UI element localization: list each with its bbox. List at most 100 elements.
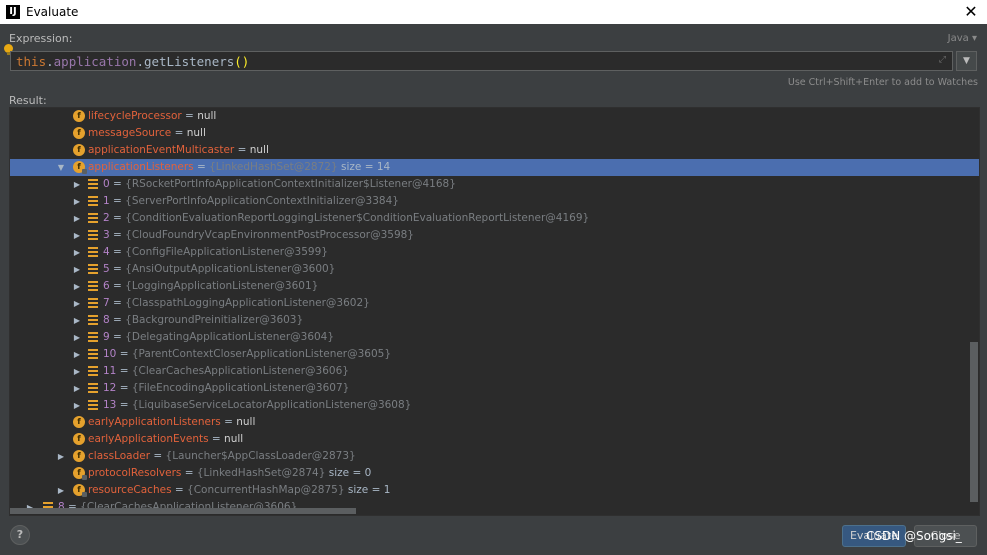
code-field: application [53, 54, 137, 69]
result-tree[interactable]: f lifecycleProcessor = null f messageSou… [9, 107, 980, 516]
expand-arrow-icon[interactable]: ▶ [56, 448, 66, 465]
expand-arrow-icon[interactable]: ▶ [72, 176, 82, 193]
element-index: 0 [103, 178, 110, 190]
equals-sign: = [109, 280, 126, 292]
tree-row[interactable]: ▶ 2 = {ConditionEvaluationReportLoggingL… [10, 210, 979, 227]
element-value: {DelegatingApplicationListener@3604} [125, 331, 335, 343]
field-name: earlyApplicationListeners [88, 416, 221, 428]
equals-sign: = [193, 161, 210, 173]
expand-editor-icon[interactable]: ⤢ [939, 55, 946, 65]
expression-code[interactable]: this.application.getListeners() [16, 54, 249, 69]
tree-row[interactable]: ▶ 5 = {AnsiOutputApplicationListener@360… [10, 261, 979, 278]
expand-arrow-icon[interactable]: ▶ [72, 312, 82, 329]
tree-row-selected[interactable]: ▼ f applicationListeners = {LinkedHashSe… [10, 159, 979, 176]
element-index: 11 [103, 365, 117, 377]
tree-row[interactable]: ▶ 3 = {CloudFoundryVcapEnvironmentPostPr… [10, 227, 979, 244]
field-icon: f [73, 161, 87, 174]
array-element-icon [88, 213, 98, 224]
tree-row[interactable]: ▶ f classLoader = {Launcher$AppClassLoad… [10, 448, 979, 465]
expand-arrow-icon[interactable]: ▶ [72, 363, 82, 380]
tree-row[interactable]: f earlyApplicationListeners = null [10, 414, 979, 431]
element-value: {LoggingApplicationListener@3601} [125, 280, 319, 292]
tree-row[interactable]: ▶ 8 = {BackgroundPreinitializer@3603} [10, 312, 979, 329]
equals-sign: = [116, 365, 132, 377]
element-index: 12 [103, 382, 117, 394]
expand-arrow-icon[interactable]: ▶ [72, 261, 82, 278]
expand-arrow-icon[interactable]: ▶ [72, 397, 82, 414]
size-label: size = 0 [328, 467, 372, 479]
equals-sign: = [208, 433, 225, 445]
dropdown-arrow-icon: ▼ [963, 56, 970, 66]
field-value: {ConcurrentHashMap@2875} [187, 484, 345, 496]
field-name: resourceCaches [88, 484, 172, 496]
expression-input[interactable]: this.application.getListeners() ⤢ [10, 51, 953, 71]
element-index: 4 [103, 246, 110, 258]
expand-arrow-icon[interactable]: ▶ [72, 346, 82, 363]
tree-row[interactable]: ▶ 11 = {ClearCachesApplicationListener@3… [10, 363, 979, 380]
field-value: null [249, 144, 269, 156]
equals-sign: = [116, 382, 132, 394]
field-icon: f [73, 110, 85, 122]
array-element-icon [88, 332, 98, 343]
array-element-icon [88, 383, 98, 394]
horizontal-scrollbar[interactable] [10, 508, 356, 514]
element-value: {BackgroundPreinitializer@3603} [125, 314, 304, 326]
field-icon: f [73, 127, 85, 139]
equals-sign: = [171, 484, 188, 496]
code-dot: . [46, 54, 54, 69]
element-value: {RSocketPortInfoApplicationContextInitia… [125, 178, 456, 190]
equals-sign: = [116, 399, 132, 411]
expand-arrow-icon[interactable]: ▶ [72, 278, 82, 295]
element-value: {FileEncodingApplicationListener@3607} [131, 382, 350, 394]
collapse-arrow-icon[interactable]: ▼ [56, 159, 66, 176]
field-value: {LinkedHashSet@2872} [209, 161, 338, 173]
watches-hint: Use Ctrl+Shift+Enter to add to Watches [787, 77, 978, 88]
history-dropdown-button[interactable]: ▼ [956, 51, 977, 71]
expression-label: Expression: [9, 32, 73, 45]
help-button[interactable]: ? [10, 525, 30, 545]
element-value: {ParentContextCloserApplicationListener@… [131, 348, 392, 360]
field-name: applicationEventMulticaster [88, 144, 235, 156]
array-element-icon [88, 281, 98, 292]
tree-row[interactable]: ▶ 9 = {DelegatingApplicationListener@360… [10, 329, 979, 346]
tree-row[interactable]: ▶ 7 = {ClasspathLoggingApplicationListen… [10, 295, 979, 312]
evaluate-dialog: IJ Evaluate ✕ Expression: Java ▾ this.ap… [0, 0, 987, 555]
field-name: messageSource [88, 127, 172, 139]
array-element-icon [88, 179, 98, 190]
equals-sign: = [109, 331, 126, 343]
tree-row[interactable]: f protocolResolvers = {LinkedHashSet@287… [10, 465, 979, 482]
tree-row[interactable]: ▶ 4 = {ConfigFileApplicationListener@359… [10, 244, 979, 261]
tree-row[interactable]: f lifecycleProcessor = null [10, 108, 979, 125]
close-icon[interactable]: ✕ [961, 2, 981, 22]
tree-row[interactable]: ▶ f resourceCaches = {ConcurrentHashMap@… [10, 482, 979, 499]
expand-arrow-icon[interactable]: ▶ [72, 193, 82, 210]
tree-row[interactable]: ▶ 0 = {RSocketPortInfoApplicationContext… [10, 176, 979, 193]
tree-row[interactable]: ▶ 13 = {LiquibaseServiceLocatorApplicati… [10, 397, 979, 414]
expand-arrow-icon[interactable]: ▶ [72, 295, 82, 312]
tree-row[interactable]: ▶ 6 = {LoggingApplicationListener@3601} [10, 278, 979, 295]
code-dot: . [136, 54, 144, 69]
array-element-icon [88, 196, 98, 207]
tree-row[interactable]: f messageSource = null [10, 125, 979, 142]
array-element-icon [88, 366, 98, 377]
field-value: {LinkedHashSet@2874} [196, 467, 326, 479]
equals-sign: = [181, 110, 198, 122]
expand-arrow-icon[interactable]: ▶ [72, 380, 82, 397]
tree-row[interactable]: f earlyApplicationEvents = null [10, 431, 979, 448]
expand-arrow-icon[interactable]: ▶ [72, 244, 82, 261]
expand-arrow-icon[interactable]: ▶ [72, 329, 82, 346]
expand-arrow-icon[interactable]: ▶ [72, 210, 82, 227]
tree-row[interactable]: ▶ 1 = {ServerPortInfoApplicationContextI… [10, 193, 979, 210]
expand-arrow-icon[interactable]: ▶ [56, 482, 66, 499]
tree-row[interactable]: ▶ 12 = {FileEncodingApplicationListener@… [10, 380, 979, 397]
array-element-icon [88, 230, 98, 241]
expand-arrow-icon[interactable]: ▶ [72, 227, 82, 244]
element-index: 9 [103, 331, 110, 343]
vertical-scrollbar[interactable] [970, 342, 978, 502]
field-icon: f [73, 484, 87, 497]
result-label: Result: [9, 94, 47, 107]
array-element-icon [88, 264, 98, 275]
language-selector[interactable]: Java ▾ [948, 33, 977, 44]
tree-row[interactable]: f applicationEventMulticaster = null [10, 142, 979, 159]
tree-row[interactable]: ▶ 10 = {ParentContextCloserApplicationLi… [10, 346, 979, 363]
